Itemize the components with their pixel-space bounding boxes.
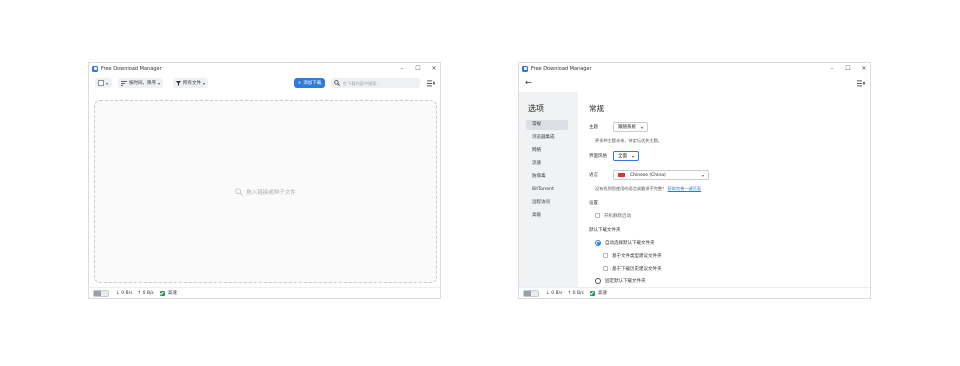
language-label: 语言 — [589, 173, 598, 178]
compact-view-icon[interactable] — [94, 290, 101, 296]
fixed-folder-label: 固定默认下载文件夹 — [605, 279, 646, 284]
close-button[interactable]: ✕ — [861, 63, 867, 74]
chevron-down-icon: ▾ — [203, 80, 206, 86]
close-button[interactable]: ✕ — [431, 63, 437, 74]
app-logo-icon — [92, 65, 98, 72]
china-flag-icon — [618, 173, 625, 177]
auto-folder-radio[interactable] — [595, 240, 601, 246]
settings-heading: 设置 — [589, 201, 598, 206]
add-download-label: 添加下载 — [303, 81, 322, 86]
speed-mode-label: 高速 — [167, 291, 177, 296]
chevron-down-icon: ▾ — [701, 172, 704, 178]
sidebar-item-antivirus[interactable]: 防病毒 — [526, 172, 568, 182]
sidebar-item-browser-integration[interactable]: 浏览器集成 — [526, 133, 568, 143]
download-speed: ↓ 0 B/s — [546, 290, 563, 296]
filter-dropdown[interactable]: 所有文件 ▾ — [173, 78, 209, 88]
chevron-down-icon: ▾ — [158, 80, 161, 86]
autostart-checkbox[interactable] — [595, 213, 600, 218]
menu-icon[interactable] — [427, 80, 435, 87]
checkbox-icon — [98, 80, 104, 86]
upload-speed: ↑ 0 B/s — [137, 290, 154, 296]
style-label: 界面风格 — [589, 154, 607, 159]
view-toggle[interactable] — [523, 289, 539, 297]
filter-icon — [176, 80, 181, 86]
options-content: 常规 主题 跟随系统 ▾ 更多种主题未来，待定坛优先主题。 界面风格 全面 ▾ … — [578, 92, 870, 287]
search-box[interactable] — [331, 78, 420, 88]
translate-help-link[interactable]: 帮助完善一键页面 — [668, 186, 702, 191]
toolbar: ▾ 按时间，降序 ▾ 所有文件 ▾ + 添加下载 — [89, 75, 440, 91]
drop-zone-text: 拖入链接或种子文件 — [246, 189, 296, 196]
title-bar: Free Download Manager – ☐ ✕ — [519, 63, 870, 74]
window-title: Free Download Manager — [101, 65, 162, 72]
add-download-button[interactable]: + 添加下载 — [294, 78, 325, 88]
sort-icon — [121, 80, 127, 86]
sidebar-item-general[interactable]: 常规 — [526, 120, 568, 130]
maximize-button[interactable]: ☐ — [845, 63, 851, 74]
minimize-button[interactable]: – — [399, 63, 405, 74]
filetype-folder-checkbox[interactable] — [603, 253, 608, 258]
theme-value: 跟随系统 — [618, 125, 636, 130]
theme-note: 更多种主题未来，待定坛优先主题。 — [595, 138, 663, 143]
sidebar-title: 选项 — [528, 104, 544, 113]
minimize-button[interactable]: – — [829, 63, 835, 74]
sort-dropdown[interactable]: 按时间，降序 ▾ — [118, 78, 164, 88]
detailed-view-icon[interactable] — [101, 290, 108, 296]
sidebar-item-network[interactable]: 网络 — [526, 146, 568, 156]
status-bar: ↓ 0 B/s ↑ 0 B/s 高速 — [519, 287, 870, 298]
style-value: 全面 — [618, 154, 627, 159]
detailed-view-icon[interactable] — [531, 290, 538, 296]
sort-label: 按时间，降序 — [129, 81, 156, 86]
sidebar-item-remote-access[interactable]: 远程访问 — [526, 198, 568, 208]
download-folder-heading: 默认下载文件夹 — [589, 228, 621, 233]
fixed-folder-radio[interactable] — [595, 278, 601, 284]
back-arrow-icon[interactable]: ← — [525, 78, 532, 88]
theme-label: 主题 — [589, 125, 598, 130]
theme-select[interactable]: 跟随系统 ▾ — [613, 122, 649, 132]
filetype-folder-label: 基于文件类型建议文件夹 — [612, 254, 662, 259]
drop-zone[interactable]: 拖入链接或种子文件 — [94, 100, 437, 283]
language-value: Chinese (China) — [630, 172, 666, 178]
app-logo-icon — [522, 65, 528, 72]
status-bar: ↓ 0 B/s ↑ 0 B/s 高速 — [89, 287, 440, 298]
language-note: 没有找到您使用的语言或翻译不完整？ 帮助完善一键页面 — [595, 186, 702, 191]
page-title: 常规 — [589, 104, 604, 113]
search-link-icon — [235, 187, 244, 196]
chevron-down-icon: ▾ — [641, 124, 644, 130]
options-sidebar: 选项 常规 浏览器集成 网络 流速 防病毒 BitTorrent 远程访问 高级 — [519, 92, 578, 287]
downloads-window: Free Download Manager – ☐ ✕ ▾ 按时间，降序 ▾ 所… — [88, 62, 441, 299]
toolbar: ← — [519, 75, 870, 91]
sidebar-item-traffic[interactable]: 流速 — [526, 159, 568, 169]
title-bar: Free Download Manager – ☐ ✕ — [89, 63, 440, 74]
sidebar-item-advanced[interactable]: 高级 — [526, 211, 568, 221]
language-select[interactable]: Chinese (China) ▾ — [613, 170, 709, 180]
search-input[interactable] — [340, 79, 413, 87]
speed-mode-icon[interactable] — [589, 290, 595, 296]
style-select[interactable]: 全面 ▾ — [613, 151, 640, 161]
speed-mode-icon[interactable] — [159, 290, 165, 296]
download-speed: ↓ 0 B/s — [116, 290, 133, 296]
upload-speed: ↑ 0 B/s — [567, 290, 584, 296]
speed-mode-label: 高速 — [597, 291, 607, 296]
options-window: Free Download Manager – ☐ ✕ ← 选项 常规 浏览器集… — [518, 62, 871, 299]
view-toggle[interactable] — [93, 289, 109, 297]
auto-folder-label: 自动选择默认下载文件夹 — [605, 241, 655, 246]
chevron-down-icon: ▾ — [632, 153, 635, 159]
sidebar-item-bittorrent[interactable]: BitTorrent — [526, 185, 568, 195]
select-all-dropdown[interactable]: ▾ — [95, 78, 112, 88]
maximize-button[interactable]: ☐ — [415, 63, 421, 74]
history-folder-checkbox[interactable] — [603, 266, 608, 271]
chevron-down-icon: ▾ — [106, 80, 109, 86]
compact-view-icon[interactable] — [524, 290, 531, 296]
plus-icon: + — [297, 80, 302, 86]
window-title: Free Download Manager — [531, 65, 592, 72]
menu-icon[interactable] — [857, 80, 865, 87]
history-folder-label: 基于下载历史建议文件夹 — [612, 267, 662, 272]
filter-label: 所有文件 — [183, 81, 201, 86]
autostart-label: 开机静默启动 — [604, 214, 631, 219]
